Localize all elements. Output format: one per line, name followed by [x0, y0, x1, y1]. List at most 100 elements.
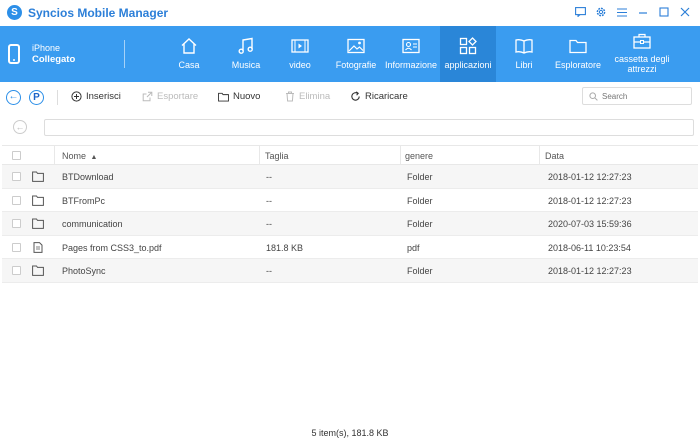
trash-icon	[284, 91, 295, 102]
row-checkbox[interactable]	[12, 195, 21, 205]
plus-circle-icon	[71, 91, 82, 102]
nav-item-cassetta-attrezzi[interactable]: cassetta degli attrezzi	[608, 26, 676, 82]
title-bar: S Syncios Mobile Manager	[0, 0, 700, 26]
app-logo: S	[7, 5, 22, 20]
cell-size: --	[266, 172, 272, 182]
cell-name: BTFromPc	[62, 195, 106, 206]
table-row[interactable]: Pages from CSS3_to.pdf 181.8 KB pdf 2018…	[2, 236, 698, 259]
cell-name: PhotoSync	[62, 266, 106, 276]
device-name: iPhone	[32, 43, 61, 53]
home-icon	[179, 36, 199, 56]
folder-icon	[32, 171, 44, 182]
folder-icon	[32, 218, 44, 229]
apps-icon	[458, 36, 478, 56]
cell-size: 181.8 KB	[266, 242, 304, 253]
row-checkbox[interactable]	[12, 242, 21, 252]
phone-icon	[8, 44, 20, 64]
column-divider	[54, 146, 55, 165]
header-size[interactable]: Taglia	[265, 151, 289, 161]
nav-label: Fotografie	[335, 60, 377, 70]
minimize-icon[interactable]	[636, 5, 650, 19]
insert-button[interactable]: Inserisci	[71, 91, 121, 102]
file-icon	[33, 241, 43, 253]
delete-button[interactable]: Elimina	[284, 91, 330, 102]
app-title: Syncios Mobile Manager	[28, 6, 169, 20]
toolbar-divider	[57, 90, 58, 105]
folder-icon	[32, 265, 44, 276]
table-row[interactable]: BTFromPc -- Folder 2018-01-12 12:27:23	[2, 189, 698, 212]
folder-icon	[568, 36, 588, 56]
cell-kind: Folder	[407, 266, 433, 276]
path-back-icon[interactable]: ←	[13, 120, 27, 134]
nav-item-esploratore[interactable]: Esploratore	[552, 26, 604, 82]
export-icon	[142, 91, 153, 102]
back-icon[interactable]: ←	[6, 90, 21, 105]
nav-item-applicazioni[interactable]: applicazioni	[440, 26, 496, 82]
device-status: Collegato	[32, 54, 76, 65]
nav-label: video	[289, 60, 311, 70]
nav-label: Informazione	[384, 60, 438, 70]
toolbox-icon	[632, 31, 652, 51]
music-note-icon	[236, 36, 256, 56]
delete-label: Elimina	[299, 91, 331, 102]
cell-kind: Folder	[407, 195, 433, 206]
nav-item-fotografie[interactable]: Fotografie	[332, 26, 380, 82]
row-checkbox[interactable]	[12, 266, 21, 275]
gear-icon[interactable]	[594, 5, 608, 19]
table-row[interactable]: PhotoSync -- Folder 2018-01-12 12:27:23	[2, 259, 698, 283]
header-kind[interactable]: genere	[405, 151, 433, 161]
cell-name: Pages from CSS3_to.pdf	[62, 242, 162, 253]
cell-name: BTDownload	[62, 172, 114, 182]
table-row[interactable]: communication -- Folder 2020-07-03 15:59…	[2, 212, 698, 236]
cell-size: --	[266, 195, 272, 206]
folder-icon	[32, 195, 44, 206]
nav-item-video[interactable]: video	[278, 26, 322, 82]
reload-button[interactable]: Ricaricare	[350, 91, 408, 102]
cell-date: 2018-06-11 10:23:54	[548, 242, 631, 253]
select-all-checkbox[interactable]	[12, 151, 21, 160]
cell-kind: pdf	[407, 242, 420, 253]
nav-label: Musica	[231, 60, 261, 70]
export-label: Esportare	[157, 91, 199, 102]
table-header: Nome ▲ Taglia genere Data	[2, 145, 698, 165]
header-name[interactable]: Nome ▲	[62, 151, 97, 161]
nav-label: cassetta degli attrezzi	[614, 54, 670, 74]
column-divider	[539, 146, 540, 165]
nav-divider	[124, 40, 125, 68]
cell-kind: Folder	[407, 172, 433, 182]
search-box[interactable]	[582, 87, 692, 105]
new-folder-button[interactable]: Nuovo	[218, 91, 260, 102]
column-divider	[400, 146, 401, 165]
header-date[interactable]: Data	[545, 151, 564, 161]
nav-item-informazione[interactable]: Informazione	[384, 26, 438, 82]
p-logo-icon[interactable]: P	[29, 90, 44, 105]
feedback-icon[interactable]	[573, 5, 587, 19]
status-footer: 5 item(s), 181.8 KB	[311, 428, 389, 438]
column-divider	[259, 146, 260, 165]
nav-label: Esploratore	[554, 60, 602, 70]
row-checkbox[interactable]	[12, 172, 21, 181]
cell-date: 2018-01-12 12:27:23	[548, 266, 632, 276]
path-field[interactable]	[44, 119, 694, 136]
folder-icon	[218, 91, 229, 102]
row-checkbox[interactable]	[12, 219, 21, 228]
device-info[interactable]: iPhone Collegato	[8, 42, 75, 66]
maximize-icon[interactable]	[657, 5, 671, 19]
export-button[interactable]: Esportare	[142, 91, 198, 102]
cell-size: --	[266, 219, 272, 229]
search-input[interactable]	[602, 91, 682, 101]
new-label: Nuovo	[233, 91, 261, 102]
photo-icon	[346, 36, 366, 56]
nav-item-casa[interactable]: Casa	[164, 26, 214, 82]
main-nav: iPhone Collegato Casa Musica video Fotog…	[0, 26, 700, 82]
cell-date: 2018-01-12 12:27:23	[548, 172, 632, 182]
table-row[interactable]: BTDownload -- Folder 2018-01-12 12:27:23	[2, 165, 698, 189]
file-table: Nome ▲ Taglia genere Data BTDownload -- …	[2, 145, 698, 283]
nav-item-libri[interactable]: Libri	[504, 26, 544, 82]
search-icon	[589, 91, 598, 101]
close-icon[interactable]	[678, 5, 692, 19]
menu-icon[interactable]	[615, 5, 629, 19]
nav-item-musica[interactable]: Musica	[220, 26, 272, 82]
film-icon	[290, 36, 310, 56]
refresh-icon	[350, 91, 361, 102]
